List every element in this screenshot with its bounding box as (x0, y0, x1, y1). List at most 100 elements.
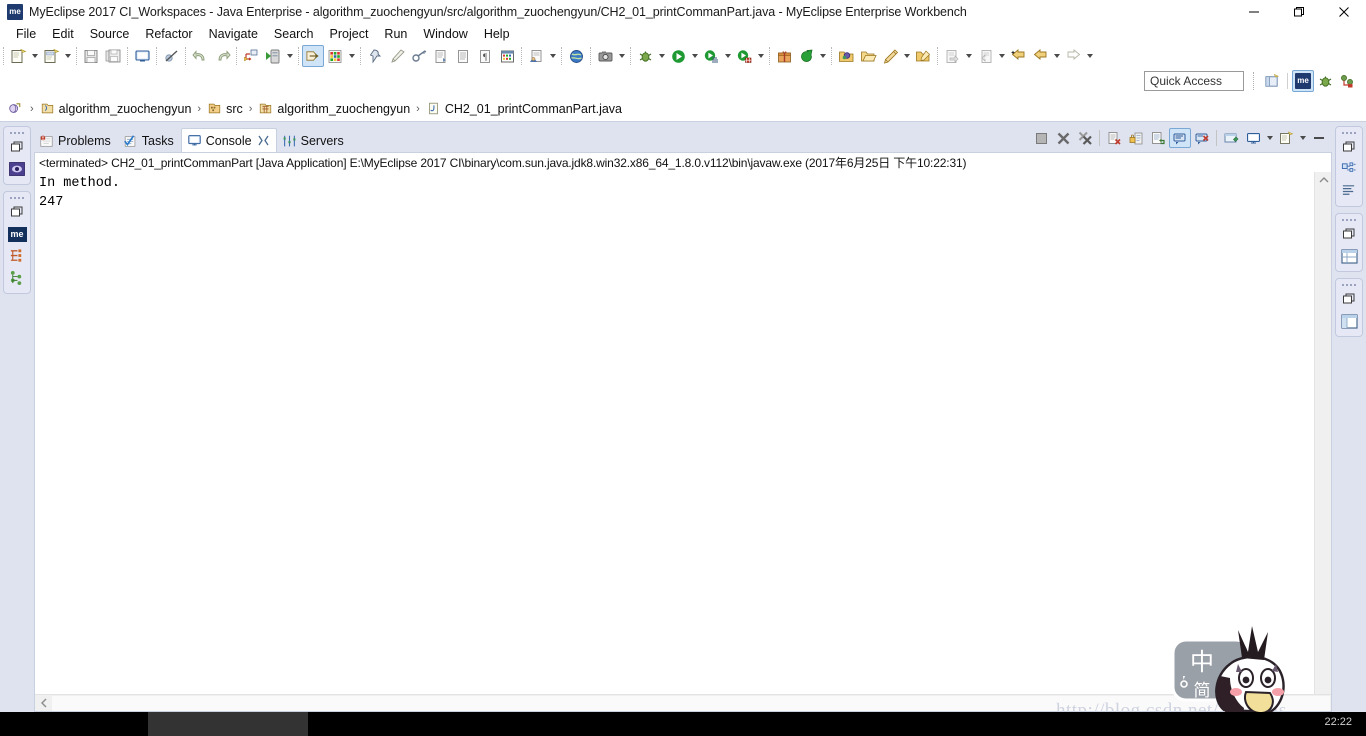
refresh-dropdown[interactable] (817, 45, 828, 67)
new-wizard-button[interactable] (7, 45, 29, 67)
menu-refactor[interactable]: Refactor (137, 25, 200, 43)
drag-grip[interactable] (1336, 281, 1362, 288)
split-view-icon[interactable] (1336, 310, 1362, 332)
open-console-button[interactable] (1275, 128, 1297, 148)
db-browser-icon[interactable] (4, 245, 30, 267)
myeclipse-apps-dropdown[interactable] (346, 45, 357, 67)
run-configurations-dropdown[interactable] (722, 45, 733, 67)
open-task-dropdown[interactable] (901, 45, 912, 67)
previous-annotation-button[interactable] (974, 45, 996, 67)
last-edit-button[interactable] (912, 45, 934, 67)
back-button[interactable] (1029, 45, 1051, 67)
open-task-button[interactable] (879, 45, 901, 67)
breadcrumb-item-file[interactable]: CH2_01_printCommanPart.java (426, 101, 622, 116)
debug-button[interactable] (634, 45, 656, 67)
drag-grip[interactable] (4, 129, 30, 136)
menu-edit[interactable]: Edit (44, 25, 82, 43)
restore-window-icon[interactable] (4, 201, 30, 223)
myeclipse-apps-button[interactable] (324, 45, 346, 67)
new-java-class-dropdown[interactable] (62, 45, 73, 67)
debug-dropdown[interactable] (656, 45, 667, 67)
menu-source[interactable]: Source (82, 25, 138, 43)
skip-breakpoints-button[interactable] (160, 45, 182, 67)
perspective-debug[interactable] (1314, 70, 1336, 92)
tab-servers[interactable]: Servers (277, 130, 351, 152)
purple-eye-icon[interactable] (4, 158, 30, 180)
run-button[interactable] (667, 45, 689, 67)
taskbar-clock[interactable]: 22:22 (1324, 716, 1352, 728)
tab-console[interactable]: Console (180, 128, 277, 152)
open-type-button[interactable] (857, 45, 879, 67)
undo-button[interactable] (189, 45, 211, 67)
back-to-last-edit-button[interactable] (1007, 45, 1029, 67)
breadcrumb-item-package[interactable]: algorithm_zuochengyun (258, 101, 410, 116)
key-button[interactable] (408, 45, 430, 67)
new-package-button[interactable] (773, 45, 795, 67)
snapshot-button[interactable] (594, 45, 616, 67)
save-button[interactable] (80, 45, 102, 67)
menu-file[interactable]: File (8, 25, 44, 43)
hierarchy-green-icon[interactable] (4, 267, 30, 289)
new-wizard-dropdown[interactable] (29, 45, 40, 67)
search-button[interactable] (835, 45, 857, 67)
chevron-left-icon[interactable] (35, 695, 52, 711)
pin-console-button[interactable] (1220, 128, 1242, 148)
previous-annotation-dropdown[interactable] (996, 45, 1007, 67)
minimize-view-button[interactable] (1308, 128, 1330, 148)
me-badge-icon[interactable]: me (4, 223, 30, 245)
terminate-button[interactable] (1030, 128, 1052, 148)
next-annotation-button[interactable] (941, 45, 963, 67)
menu-project[interactable]: Project (322, 25, 377, 43)
preview-button[interactable] (525, 45, 547, 67)
matrix-button[interactable] (496, 45, 518, 67)
console-output[interactable]: In method. 247 (35, 172, 1314, 694)
snapshot-dropdown[interactable] (616, 45, 627, 67)
open-perspective-button[interactable] (1261, 70, 1283, 92)
menu-search[interactable]: Search (266, 25, 322, 43)
perspective-team-synchronizing[interactable] (1336, 70, 1358, 92)
refresh-button[interactable] (795, 45, 817, 67)
redo-button[interactable] (211, 45, 233, 67)
restore-window-icon[interactable] (4, 136, 30, 158)
forward-button[interactable] (1062, 45, 1084, 67)
clear-console-button[interactable] (1103, 128, 1125, 148)
menu-window[interactable]: Window (415, 25, 475, 43)
profile-button[interactable] (364, 45, 386, 67)
drag-grip[interactable] (4, 194, 30, 201)
maximize-button[interactable] (1276, 0, 1321, 24)
run-with-coverage-button[interactable] (733, 45, 755, 67)
menu-navigate[interactable]: Navigate (201, 25, 266, 43)
clean-button[interactable] (386, 45, 408, 67)
task-list-icon[interactable] (1336, 180, 1362, 202)
run-with-coverage-dropdown[interactable] (755, 45, 766, 67)
restore-window-icon[interactable] (1336, 136, 1362, 158)
menu-help[interactable]: Help (476, 25, 518, 43)
open-console-button[interactable] (131, 45, 153, 67)
run-configurations-button[interactable] (700, 45, 722, 67)
menu-run[interactable]: Run (376, 25, 415, 43)
tab-tasks[interactable]: Tasks (118, 130, 181, 152)
scroll-lock-button[interactable] (1125, 128, 1147, 148)
close-icon[interactable] (258, 135, 269, 146)
quick-access-input[interactable]: Quick Access (1144, 71, 1244, 91)
perspective-myeclipse-java-enterprise[interactable]: me (1292, 70, 1314, 92)
new-xml-button[interactable] (430, 45, 452, 67)
word-wrap-button[interactable] (1147, 128, 1169, 148)
minimize-button[interactable] (1231, 0, 1276, 24)
new-text-button[interactable]: ¶ (474, 45, 496, 67)
drag-grip[interactable] (1336, 216, 1362, 223)
next-annotation-dropdown[interactable] (963, 45, 974, 67)
save-all-button[interactable] (102, 45, 124, 67)
drag-grip[interactable] (1336, 129, 1362, 136)
open-browser-button[interactable] (565, 45, 587, 67)
new-java-class-button[interactable] (40, 45, 62, 67)
run-server-button[interactable] (262, 45, 284, 67)
open-perspective-button[interactable] (302, 45, 324, 67)
chevron-up-icon[interactable] (1315, 172, 1332, 187)
restore-window-icon[interactable] (1336, 288, 1362, 310)
display-selected-console-button[interactable] (1242, 128, 1264, 148)
outline-tree-icon[interactable] (1336, 158, 1362, 180)
forward-dropdown[interactable] (1084, 45, 1095, 67)
breadcrumb-item-src[interactable]: src (207, 101, 243, 116)
show-console-on-output-button[interactable] (1169, 128, 1191, 148)
